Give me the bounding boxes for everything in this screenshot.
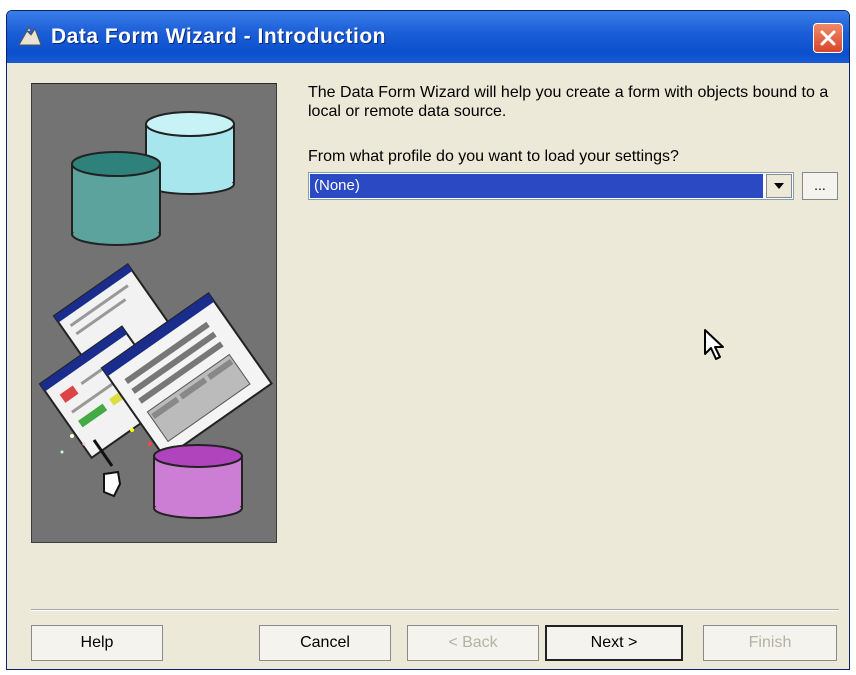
footer-separator [31, 609, 839, 611]
finish-button[interactable]: Finish [703, 625, 837, 661]
profile-selected-value[interactable]: (None) [310, 174, 763, 198]
close-icon [820, 30, 836, 46]
back-button[interactable]: < Back [407, 625, 539, 661]
mouse-cursor-icon [704, 329, 724, 360]
chevron-down-icon [774, 183, 784, 189]
cancel-button[interactable]: Cancel [259, 625, 391, 661]
app-icon [18, 25, 42, 46]
wizard-illustration [31, 83, 277, 543]
profile-dropdown[interactable]: (None) [308, 172, 794, 200]
intro-text: The Data Form Wizard will help you creat… [308, 84, 829, 120]
help-button[interactable]: Help [31, 625, 163, 661]
window-title: Data Form Wizard - Introduction [51, 25, 386, 48]
browse-profile-button[interactable]: ... [802, 172, 838, 200]
close-button[interactable] [813, 23, 843, 53]
profile-prompt-label: From what profile do you want to load yo… [308, 148, 679, 165]
database-forms-illustration [38, 111, 273, 519]
wizard-window: Data Form Wizard - Introduction The Data… [6, 10, 850, 670]
title-bar[interactable]: Data Form Wizard - Introduction [7, 11, 849, 63]
dropdown-button[interactable] [766, 174, 792, 198]
next-button[interactable]: Next > [545, 625, 683, 661]
